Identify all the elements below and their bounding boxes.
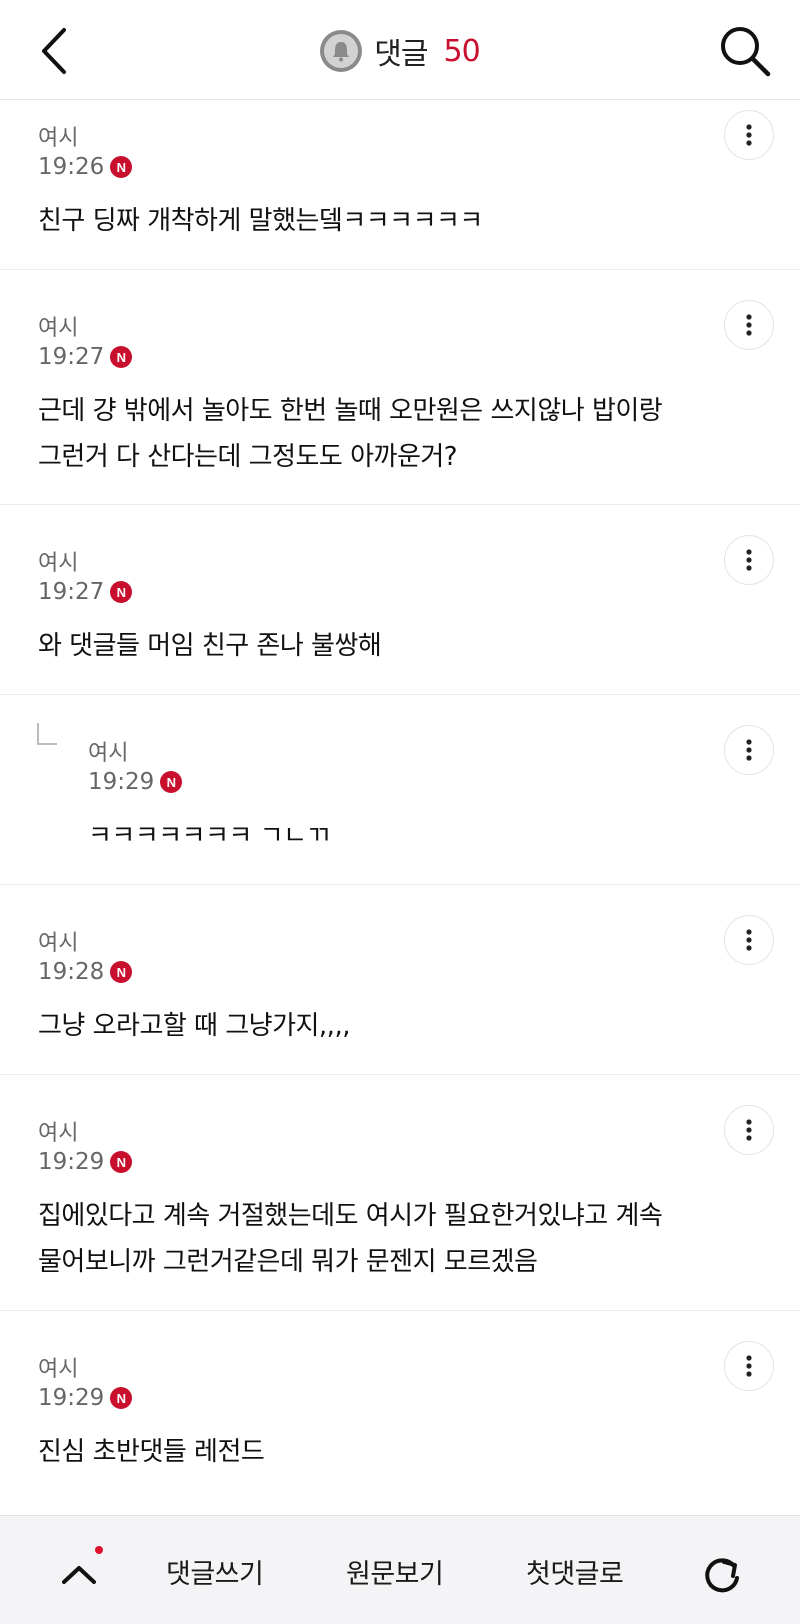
comment-author: 여시 xyxy=(38,1357,79,1382)
more-vertical-icon xyxy=(746,929,752,951)
comment-meta: 19:28 N xyxy=(38,959,133,985)
comment-time: 19:29 xyxy=(38,1385,105,1411)
comment-meta: 19:29 N xyxy=(38,1385,133,1411)
bell-icon[interactable] xyxy=(320,30,363,72)
new-badge-icon: N xyxy=(110,156,133,178)
comment-text-line: 진심 초반댓들 레전드 xyxy=(38,1437,265,1467)
refresh-icon[interactable] xyxy=(700,1554,744,1598)
comment-text-line: 그냥 오라고할 때 그냥가지,,,, xyxy=(38,1011,350,1041)
more-options-button[interactable] xyxy=(724,300,774,350)
comment-text-line: 친구 딩짜 개착하게 말했는뎈ㅋㅋㅋㅋㅋㅋ xyxy=(38,206,483,236)
chevron-up-icon[interactable] xyxy=(58,1558,100,1588)
more-vertical-icon xyxy=(746,739,752,761)
comment-item: 여시 19:28 N 그냥 오라고할 때 그냥가지,,,, xyxy=(0,885,800,1075)
page-title: 댓글 50 xyxy=(0,26,800,76)
comment-body: 와 댓글들 머임 친구 존나 불쌍해 xyxy=(38,623,382,669)
comment-meta: 19:26 N xyxy=(38,154,133,180)
header-bar: 댓글 50 xyxy=(0,0,800,100)
comment-text-line: ㅋㅋㅋㅋㅋㅋㅋ ㄱㄴㄲ xyxy=(88,821,330,851)
more-options-button[interactable] xyxy=(724,110,774,160)
comment-time: 19:27 xyxy=(38,344,105,370)
comment-text-line: 그런거 다 산다는데 그정도도 아까운거? xyxy=(38,442,458,472)
more-options-button[interactable] xyxy=(724,1105,774,1155)
more-vertical-icon xyxy=(746,314,752,336)
reply-item: 여시 19:29 N ㅋㅋㅋㅋㅋㅋㅋ ㄱㄴㄲ xyxy=(0,695,800,885)
more-options-button[interactable] xyxy=(724,535,774,585)
comment-body: 집에있다고 계속 거절했는데도 여시가 필요한거있냐고 계속 물어보니까 그런거… xyxy=(38,1193,663,1285)
comment-author: 여시 xyxy=(38,316,79,341)
search-icon[interactable] xyxy=(718,24,772,78)
notification-dot xyxy=(95,1546,103,1554)
comment-item: 여시 19:26 N 친구 딩짜 개착하게 말했는뎈ㅋㅋㅋㅋㅋㅋ xyxy=(0,100,800,270)
comment-time: 19:29 xyxy=(38,1149,105,1175)
comment-item: 여시 19:29 N 집에있다고 계속 거절했는데도 여시가 필요한거있냐고 계… xyxy=(0,1075,800,1311)
comment-time: 19:27 xyxy=(38,579,105,605)
more-vertical-icon xyxy=(746,1119,752,1141)
comment-meta: 19:29 N xyxy=(38,1149,133,1175)
comment-author: 여시 xyxy=(38,931,79,956)
comment-text-line: 근데 걍 밖에서 놀아도 한번 놀때 오만원은 쓰지않나 밥이랑 xyxy=(38,396,663,426)
new-badge-icon: N xyxy=(110,1151,133,1173)
comment-text-line: 와 댓글들 머임 친구 존나 불쌍해 xyxy=(38,631,382,661)
new-badge-icon: N xyxy=(110,346,133,368)
title-label: 댓글 xyxy=(374,37,428,72)
comment-author: 여시 xyxy=(38,126,79,151)
bottom-action-bar: 댓글쓰기 원문보기 첫댓글로 xyxy=(0,1515,800,1624)
comment-text-line: 물어보니까 그런거같은데 뭐가 문젠지 모르겠음 xyxy=(38,1247,538,1277)
comment-count: 50 xyxy=(443,33,481,69)
comment-item: 여시 19:29 N 진심 초반댓들 레전드 xyxy=(0,1311,800,1515)
comment-body: 친구 딩짜 개착하게 말했는뎈ㅋㅋㅋㅋㅋㅋ xyxy=(38,198,483,244)
comment-time: 19:29 xyxy=(88,769,155,795)
new-badge-icon: N xyxy=(110,961,133,983)
comment-item: 여시 19:27 N 근데 걍 밖에서 놀아도 한번 놀때 오만원은 쓰지않나 … xyxy=(0,270,800,505)
comment-body: ㅋㅋㅋㅋㅋㅋㅋ ㄱㄴㄲ xyxy=(88,813,330,859)
more-options-button[interactable] xyxy=(724,725,774,775)
comment-time: 19:26 xyxy=(38,154,105,180)
new-badge-icon: N xyxy=(110,581,133,603)
comment-time: 19:28 xyxy=(38,959,105,985)
more-vertical-icon xyxy=(746,549,752,571)
comment-text-line: 집에있다고 계속 거절했는데도 여시가 필요한거있냐고 계속 xyxy=(38,1201,663,1231)
more-options-button[interactable] xyxy=(724,915,774,965)
more-vertical-icon xyxy=(746,1355,752,1377)
first-comment-button[interactable]: 첫댓글로 xyxy=(526,1552,624,1591)
comment-meta: 19:27 N xyxy=(38,579,133,605)
new-badge-icon: N xyxy=(160,771,183,793)
more-options-button[interactable] xyxy=(724,1341,774,1391)
comment-item: 여시 19:27 N 와 댓글들 머임 친구 존나 불쌍해 xyxy=(0,505,800,695)
comment-meta: 19:27 N xyxy=(38,344,133,370)
comment-body: 진심 초반댓들 레전드 xyxy=(38,1429,265,1475)
more-vertical-icon xyxy=(746,124,752,146)
comment-author: 여시 xyxy=(88,741,129,766)
comment-meta: 19:29 N xyxy=(88,769,183,795)
comment-body: 그냥 오라고할 때 그냥가지,,,, xyxy=(38,1003,350,1049)
view-original-button[interactable]: 원문보기 xyxy=(346,1552,444,1591)
comment-author: 여시 xyxy=(38,551,79,576)
new-badge-icon: N xyxy=(110,1387,133,1409)
comment-author: 여시 xyxy=(38,1121,79,1146)
comment-body: 근데 걍 밖에서 놀아도 한번 놀때 오만원은 쓰지않나 밥이랑 그런거 다 산… xyxy=(38,388,663,480)
write-comment-button[interactable]: 댓글쓰기 xyxy=(166,1552,264,1591)
reply-indicator-icon xyxy=(37,723,57,745)
